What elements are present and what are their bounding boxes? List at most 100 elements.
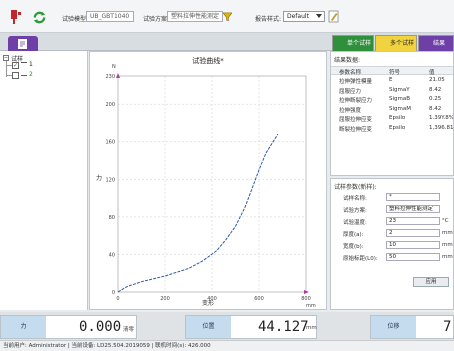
result-name: 拉伸断裂应力 xyxy=(339,98,373,104)
position-readout-label: 位置 xyxy=(186,316,231,338)
result-symbol: SigmaB xyxy=(389,96,411,102)
param-label: 试验温度: xyxy=(343,220,367,226)
tree-item[interactable]: 2 xyxy=(29,71,33,78)
filter-icon[interactable] xyxy=(222,11,232,21)
param-unit: °C xyxy=(442,218,449,224)
y-axis-arrow xyxy=(116,73,120,78)
scheme-field[interactable]: 塑料拉伸性能测定 xyxy=(167,11,223,22)
results-title: 结果数据: xyxy=(334,57,361,64)
tab-single-specimen[interactable]: 单个试样 xyxy=(332,35,374,51)
param-label: 原始标距(L0): xyxy=(343,256,378,262)
model-field[interactable]: UB_GBT1040 xyxy=(86,11,134,22)
params-title: 试样参数(新样): xyxy=(334,184,377,191)
param-label: 宽度(b): xyxy=(343,244,364,250)
result-value: 1,396.81% xyxy=(429,124,454,131)
results-row[interactable]: 断裂拉伸应变 Epsilo 1,396.81% xyxy=(331,124,454,134)
results-header-value: 值 xyxy=(429,70,435,76)
param-input[interactable]: * xyxy=(386,193,440,201)
x-tick-label: 0 xyxy=(116,296,119,302)
result-symbol: E xyxy=(389,77,393,83)
param-unit: mm xyxy=(442,254,453,260)
specimen-params-panel: 试样参数(新样): 试样名称: * 试验方案: 塑料拉伸性能测定 试验温度: 23 °C 厚度… xyxy=(330,178,454,310)
position-readout: 位置 44.127 mm xyxy=(185,315,317,339)
results-row[interactable]: 拉伸弹性模量 E 21.05 xyxy=(331,77,453,86)
tree-item[interactable]: 1 xyxy=(29,61,33,68)
x-tick-label: 400 xyxy=(207,296,217,302)
result-name: 拉伸弹性模量 xyxy=(339,79,373,85)
displacement-readout-label: 位移 xyxy=(371,316,416,338)
param-input[interactable]: 50 xyxy=(386,253,440,261)
param-input[interactable]: 23 xyxy=(386,217,440,225)
tab-document[interactable] xyxy=(8,36,38,51)
y-tick-label: 80 xyxy=(109,215,115,221)
report-select-value: Default xyxy=(287,13,309,20)
tab-results[interactable]: 结果 xyxy=(418,35,454,51)
toolbar: 试验模型: UB_GBT1040 试验方案: 塑料拉伸性能测定 报告样式: De… xyxy=(0,0,454,33)
result-name: 拉伸强度 xyxy=(339,107,362,114)
results-header-row: 参数名称 符号 值 xyxy=(331,66,453,76)
scheme-label: 试验方案: xyxy=(143,16,170,23)
results-row[interactable]: 拉伸强度 SigmaM 8.42 xyxy=(331,105,453,115)
y-tick-label: 0 xyxy=(112,290,115,296)
displacement-readout: 位移 7 xyxy=(370,315,454,339)
tab-results-label: 结果 xyxy=(433,40,446,47)
chart-grid xyxy=(116,73,309,294)
status-bar: 当前用户: Administrator | 当前设备: LD25.504.201… xyxy=(0,340,454,351)
chevron-down-icon xyxy=(316,14,322,18)
results-row[interactable]: 屈服拉伸应变 Epsilo 1.39Y.8% xyxy=(331,115,454,124)
param-input[interactable]: 塑料拉伸性能测定 xyxy=(386,205,440,213)
tab-multi-specimen[interactable]: 多个试样 xyxy=(375,35,417,51)
result-value: 1.39Y.8% xyxy=(429,115,454,121)
curve-swatch xyxy=(21,62,27,63)
specimen-tree: − 试样 ✓ 1 2 xyxy=(0,51,88,310)
report-edit-icon[interactable] xyxy=(328,10,340,23)
results-header-symbol: 符号 xyxy=(389,70,401,76)
position-readout-value: 44.127 xyxy=(258,319,309,335)
x-unit: mm xyxy=(306,303,316,309)
param-unit: mm xyxy=(442,242,453,248)
results-row[interactable]: 屈服应力 SigmaY 8.42 xyxy=(331,86,453,96)
position-unit: mm xyxy=(306,325,317,331)
chart-series xyxy=(117,133,279,293)
param-input[interactable]: 2 xyxy=(386,229,440,237)
param-label: 试样名称: xyxy=(343,196,367,202)
model-label: 试验模型: xyxy=(62,16,89,23)
param-label: 试验方案: xyxy=(343,208,367,214)
y-tick-label: 160 xyxy=(105,140,115,146)
result-value: 8.42 xyxy=(429,86,442,93)
displacement-readout-value: 7 xyxy=(443,319,452,335)
report-label: 报告样式: xyxy=(255,16,282,23)
force-readout: 力 0.000 清零 xyxy=(0,315,137,339)
readout-bar: 力 0.000 清零 位置 44.127 mm 位移 7 xyxy=(0,312,454,340)
chart-ticks: 0 200 400 600 800 0 40 80 120 160 200 230 xyxy=(105,74,310,302)
force-zero-button[interactable]: 清零 xyxy=(123,325,134,333)
result-name: 屈服拉伸应变 xyxy=(339,117,373,123)
x-tick-label: 600 xyxy=(254,296,264,302)
apply-button[interactable]: 应用 xyxy=(413,277,449,287)
y-tick-label: 230 xyxy=(105,74,115,80)
result-symbol: Epsilo xyxy=(389,115,406,121)
tab-row: 单个试样 多个试样 结果 xyxy=(0,33,454,51)
result-value: 0.25 xyxy=(429,96,442,102)
tab-multi-specimen-label: 多个试样 xyxy=(390,40,415,47)
param-input[interactable]: 10 xyxy=(386,241,440,249)
force-readout-value: 0.000 xyxy=(79,319,122,335)
results-row[interactable]: 拉伸断裂应力 SigmaB 0.25 xyxy=(331,96,453,105)
doc-icon xyxy=(18,39,27,49)
param-unit: mm xyxy=(442,230,453,236)
refresh-icon[interactable] xyxy=(31,9,47,25)
tree-item-checkbox[interactable]: ✓ xyxy=(12,62,19,69)
result-symbol: SigmaM xyxy=(389,105,411,112)
connect-icon[interactable] xyxy=(7,9,23,25)
tree-item-checkbox[interactable] xyxy=(12,72,19,79)
results-panel: 结果数据: 参数名称 符号 值 拉伸弹性模量 E 21.05 屈服应力 SigmaY 8.… xyxy=(330,51,454,176)
tab-single-specimen-label: 单个试样 xyxy=(347,40,372,47)
result-name: 屈服应力 xyxy=(339,88,362,95)
x-axis-arrow xyxy=(304,290,309,294)
y-tick-label: 200 xyxy=(105,102,115,108)
force-readout-label: 力 xyxy=(1,316,46,338)
load-displacement-chart[interactable]: 试验曲线* N 力 变形 mm 0 200 400 600 80004080120160… xyxy=(90,52,326,309)
report-select[interactable]: Default xyxy=(283,11,325,22)
chart-title: 试验曲线* xyxy=(192,56,224,65)
y-unit: N xyxy=(112,64,116,70)
